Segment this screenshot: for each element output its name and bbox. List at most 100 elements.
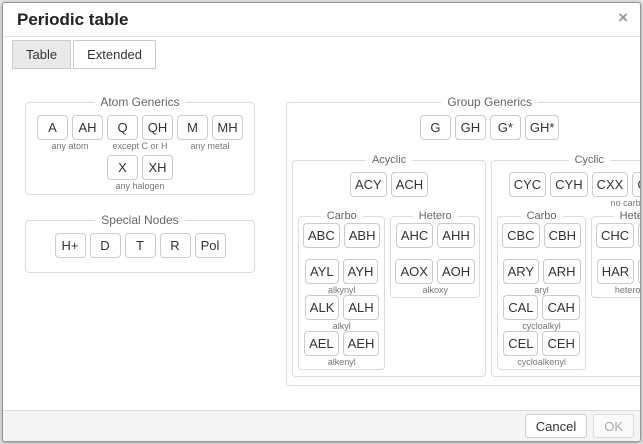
button-group: CBCCBH	[502, 223, 581, 259]
button-chh[interactable]: CHH	[638, 223, 641, 248]
button-group: XXHany halogen	[107, 155, 173, 191]
button-group-label: aryl	[534, 285, 549, 295]
button-ayh[interactable]: AYH	[343, 259, 379, 284]
button-cyh[interactable]: CYH	[550, 172, 587, 197]
button-group-label: no carbon	[611, 198, 641, 208]
button-arh[interactable]: ARH	[543, 259, 580, 284]
cyclic-sub-columns: Carbo CBCCBHARYARHarylCALCAHcycloalkylCE…	[497, 210, 641, 373]
button-cyc[interactable]: CYC	[509, 172, 546, 197]
button-acy[interactable]: ACY	[350, 172, 387, 197]
button-r[interactable]: R	[160, 233, 191, 258]
button-abh[interactable]: ABH	[344, 223, 381, 248]
button-ceh[interactable]: CEH	[542, 331, 579, 356]
button-group: CHC CHH	[596, 223, 641, 259]
button-row: CELCEH	[503, 331, 580, 356]
button-group-label: hetero aryl	[615, 285, 641, 295]
button-group: AHCAHH	[395, 223, 475, 259]
right-column: Group Generics GGHG*GH* Acyclic ACYACH C…	[286, 95, 625, 386]
button-q[interactable]: Q	[107, 115, 138, 140]
button-cbc[interactable]: CBC	[502, 223, 539, 248]
button-hah[interactable]: HAH	[638, 259, 641, 284]
tab-table[interactable]: Table	[12, 40, 71, 69]
cyclic-carbo-fieldset: Carbo CBCCBHARYARHarylCALCAHcycloalkylCE…	[497, 210, 586, 370]
button-x[interactable]: X	[107, 155, 138, 180]
button-hplus[interactable]: H+	[55, 233, 86, 258]
button-chc[interactable]: CHC	[596, 223, 634, 248]
acyclic-legend: Acyclic	[366, 154, 412, 166]
button-alk[interactable]: ALK	[305, 295, 340, 320]
cyclic-hetero-fieldset: Hetero CHC CHH HAR HAHhetero aryl	[591, 210, 641, 298]
button-t[interactable]: T	[125, 233, 156, 258]
button-ach[interactable]: ACH	[391, 172, 428, 197]
button-cel[interactable]: CEL	[503, 331, 538, 356]
button-g[interactable]: G	[420, 115, 451, 140]
button-aoh[interactable]: AOH	[437, 259, 475, 284]
button-row: XXH	[107, 155, 173, 180]
button-row: ARYARH	[503, 259, 581, 284]
button-group: AELAEHalkenyl	[303, 331, 380, 367]
special-nodes-legend: Special Nodes	[95, 213, 184, 227]
button-cah[interactable]: CAH	[542, 295, 579, 320]
acyclic-sub-columns: Carbo ABCABHAYLAYHalkynylALKALHalkylAELA…	[298, 210, 480, 373]
button-gh[interactable]: GH	[455, 115, 486, 140]
cancel-button[interactable]: Cancel	[525, 414, 587, 438]
button-ahc[interactable]: AHC	[396, 223, 433, 248]
button-xh[interactable]: XH	[142, 155, 173, 180]
button-group: H+DTRPol	[55, 233, 226, 269]
cyclic-hetero-legend: Hetero	[614, 210, 641, 222]
button-ayl[interactable]: AYL	[305, 259, 339, 284]
cyclic-fieldset: Cyclic CYCCYHCXXCXHno carbon Carbo CBCCB…	[491, 154, 641, 377]
button-row: CBCCBH	[502, 223, 581, 248]
dialog-title: Periodic table	[17, 10, 128, 29]
button-cxh[interactable]: CXH	[632, 172, 641, 197]
button-pol[interactable]: Pol	[195, 233, 226, 258]
button-qh[interactable]: QH	[142, 115, 173, 140]
button-aeh[interactable]: AEH	[343, 331, 380, 356]
button-group-label: except C or H	[112, 141, 167, 151]
button-row: CALCAH	[503, 295, 580, 320]
left-column: Atom Generics AAHany atomQQHexcept C or …	[25, 95, 255, 273]
button-m[interactable]: M	[177, 115, 208, 140]
button-row: ABCABH	[303, 223, 380, 248]
button-ael[interactable]: AEL	[304, 331, 339, 356]
button-a[interactable]: A	[37, 115, 68, 140]
dialog-header: Periodic table ×	[3, 3, 640, 37]
button-ary[interactable]: ARY	[503, 259, 540, 284]
acyclic-fieldset: Acyclic ACYACH Carbo ABCABHAYLAYHalkynyl…	[292, 154, 486, 377]
button-cbh[interactable]: CBH	[544, 223, 581, 248]
button-row: AELAEH	[304, 331, 379, 356]
close-icon[interactable]: ×	[618, 9, 628, 26]
button-row: ACYACH	[350, 172, 428, 197]
button-row: QQH	[107, 115, 173, 140]
button-aox[interactable]: AOX	[395, 259, 432, 284]
button-cxx[interactable]: CXX	[592, 172, 629, 197]
button-group: CYCCYH	[509, 172, 588, 208]
dialog-footer: Cancel OK	[3, 410, 640, 441]
button-abc[interactable]: ABC	[303, 223, 340, 248]
cyclic-carbo-groups: CBCCBHARYARHarylCALCAHcycloalkylCELCEHcy…	[500, 223, 583, 367]
button-group: G*GH*	[490, 115, 560, 151]
button-group: ALKALHalkyl	[303, 295, 380, 331]
ok-button[interactable]: OK	[593, 414, 634, 438]
cyclic-top-row: CYCCYHCXXCXHno carbon	[497, 172, 641, 208]
button-group: AYLAYHalkynyl	[303, 259, 380, 295]
button-har[interactable]: HAR	[597, 259, 634, 284]
button-ghstar[interactable]: GH*	[525, 115, 560, 140]
button-ahh[interactable]: AHH	[437, 223, 474, 248]
button-group-label: cycloalkenyl	[517, 357, 566, 367]
acyclic-top-row: ACYACH	[298, 172, 480, 208]
button-alh[interactable]: ALH	[343, 295, 378, 320]
button-row: AOXAOH	[395, 259, 475, 284]
button-ah[interactable]: AH	[72, 115, 103, 140]
button-group: ACYACH	[350, 172, 428, 208]
tab-extended[interactable]: Extended	[73, 40, 156, 69]
button-cal[interactable]: CAL	[503, 295, 538, 320]
button-group: ABCABH	[303, 223, 380, 259]
button-d[interactable]: D	[90, 233, 121, 258]
button-gstar[interactable]: G*	[490, 115, 521, 140]
button-group-label: alkyl	[333, 321, 351, 331]
button-row: G*GH*	[490, 115, 560, 140]
button-row: AYLAYH	[305, 259, 378, 284]
button-group-label: alkenyl	[328, 357, 356, 367]
button-mh[interactable]: MH	[212, 115, 243, 140]
